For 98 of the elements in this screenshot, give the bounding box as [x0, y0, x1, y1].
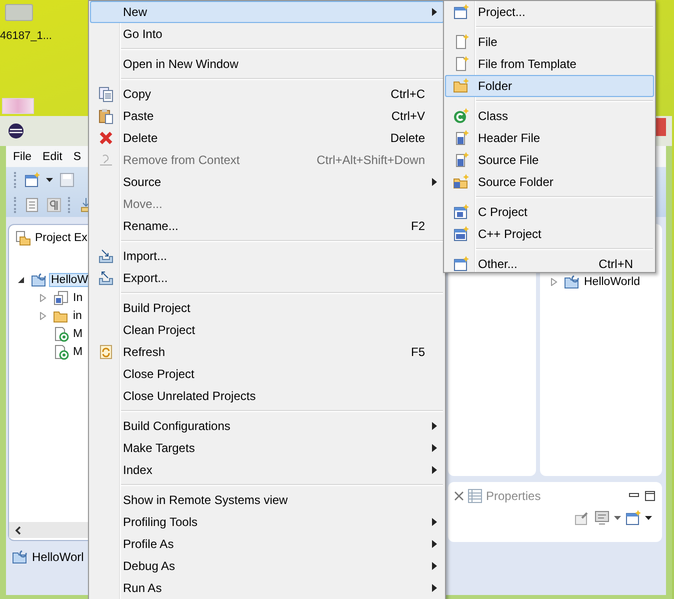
new-project-icon	[453, 226, 469, 242]
new-project-icon	[453, 204, 469, 220]
menu-item[interactable]: Build Project	[90, 297, 444, 319]
menu-item[interactable]: Paste Ctrl+V	[90, 105, 444, 127]
monitor-icon[interactable]	[594, 510, 610, 526]
tree-item[interactable]: in	[71, 309, 84, 323]
menu-item[interactable]: Index	[90, 459, 444, 481]
menu-item[interactable]: Close Unrelated Projects	[90, 385, 444, 407]
export-icon	[98, 270, 114, 286]
paste-icon	[98, 108, 114, 124]
new-window-icon	[453, 256, 469, 272]
document-icon[interactable]	[24, 196, 40, 212]
tree-item[interactable]: In	[71, 291, 85, 305]
menu-bar-item[interactable]: S	[73, 150, 82, 162]
menu-item[interactable]: Profiling Tools	[90, 511, 444, 533]
menu-item[interactable]: Other... Ctrl+N	[445, 253, 654, 275]
menu-item[interactable]: Source File	[445, 149, 654, 171]
menu-item[interactable]: Copy Ctrl+C	[90, 83, 444, 105]
new-header-file-icon	[453, 130, 469, 146]
menu-item[interactable]: C Project	[445, 201, 654, 223]
menu-bar-item[interactable]: File	[13, 150, 32, 162]
tree-item[interactable]: M	[71, 327, 85, 341]
new-file-icon	[453, 34, 469, 50]
menu-item[interactable]: Refresh F5	[90, 341, 444, 363]
menu-item[interactable]: Header File	[445, 127, 654, 149]
new-window-icon	[453, 4, 469, 20]
panel-tab[interactable]: Project Ex	[35, 232, 88, 244]
submenu-arrow-icon	[432, 518, 436, 526]
menu-item[interactable]: File from Template	[445, 53, 654, 75]
menu-item[interactable]: Run As	[90, 577, 444, 599]
menu-item[interactable]: Go Into	[90, 23, 444, 45]
tab-close-icon[interactable]	[454, 491, 464, 501]
submenu-arrow-icon	[432, 8, 436, 16]
tree-item[interactable]: HelloW	[49, 273, 90, 287]
makefile-icon	[53, 326, 69, 342]
refresh-icon	[98, 344, 114, 360]
submenu-arrow-icon	[432, 422, 436, 430]
table-icon	[468, 489, 482, 503]
save-icon[interactable]	[59, 172, 75, 188]
new-source-file-icon	[453, 152, 469, 168]
menu-item[interactable]: Profile As	[90, 533, 444, 555]
menu-item[interactable]: Import...	[90, 245, 444, 267]
menu-item[interactable]: Show in Remote Systems view	[90, 489, 444, 511]
new-window-icon	[625, 510, 641, 526]
project-explorer-icon	[15, 230, 31, 246]
menu-item[interactable]: Clean Project	[90, 319, 444, 341]
expand-icon[interactable]	[39, 312, 47, 320]
tree-item[interactable]: HelloWorld	[582, 275, 642, 289]
menu-item[interactable]: Export...	[90, 267, 444, 289]
menu-item[interactable]: Delete Delete	[90, 127, 444, 149]
submenu-arrow-icon	[432, 562, 436, 570]
submenu-arrow-icon	[432, 444, 436, 452]
menu-item[interactable]: Open in New Window	[90, 53, 444, 75]
menu-item[interactable]: Make Targets	[90, 437, 444, 459]
menu-item[interactable]: Build Configurations	[90, 415, 444, 437]
makefile-icon	[53, 344, 69, 360]
expand-icon[interactable]	[39, 294, 47, 302]
menu-item[interactable]: Rename... F2	[90, 215, 444, 237]
includes-icon	[53, 290, 69, 306]
desktop-icon-label[interactable]: 46187_1...	[0, 30, 52, 42]
submenu-arrow-icon	[432, 540, 436, 548]
scroll-left-icon[interactable]	[15, 526, 21, 534]
new-class-icon	[453, 108, 469, 124]
new-wizard-icon	[24, 172, 40, 188]
new-folder-icon	[453, 78, 469, 94]
tree-item[interactable]: M	[71, 345, 85, 359]
project-folder-icon	[564, 274, 580, 290]
menu-item[interactable]: Folder	[445, 75, 654, 97]
copy-icon	[98, 86, 114, 102]
menu-item[interactable]: File	[445, 31, 654, 53]
menu-item[interactable]: Debug As	[90, 555, 444, 577]
paragraph-icon[interactable]	[46, 196, 62, 212]
menu-item[interactable]: Close Project	[90, 363, 444, 385]
project-folder-icon	[31, 272, 47, 288]
menu-item[interactable]: Class	[445, 105, 654, 127]
pin-icon[interactable]	[574, 510, 590, 526]
new-file-icon	[453, 56, 469, 72]
new-source-folder-icon	[453, 174, 469, 190]
status-text: HelloWorl	[32, 550, 84, 564]
import-icon	[98, 248, 114, 264]
eclipse-logo-icon	[8, 123, 24, 139]
delete-icon	[98, 130, 114, 146]
dropdown-caret-icon[interactable]	[645, 516, 652, 520]
maximize-icon[interactable]	[644, 490, 656, 502]
menu-item[interactable]: Source	[90, 171, 444, 193]
dropdown-caret-icon[interactable]	[46, 178, 53, 182]
menu-bar-item[interactable]: Edit	[42, 150, 62, 162]
remove-icon	[98, 152, 114, 168]
project-folder-icon	[12, 549, 28, 565]
collapse-icon[interactable]	[17, 276, 25, 284]
submenu-arrow-icon	[432, 466, 436, 474]
submenu-arrow-icon	[432, 584, 436, 592]
expand-icon[interactable]	[550, 278, 558, 286]
menu-item[interactable]: Project...	[445, 1, 654, 23]
menu-item[interactable]: C++ Project	[445, 223, 654, 245]
menu-item[interactable]: New	[90, 1, 444, 23]
menu-item[interactable]: Source Folder	[445, 171, 654, 193]
submenu-arrow-icon	[432, 178, 436, 186]
